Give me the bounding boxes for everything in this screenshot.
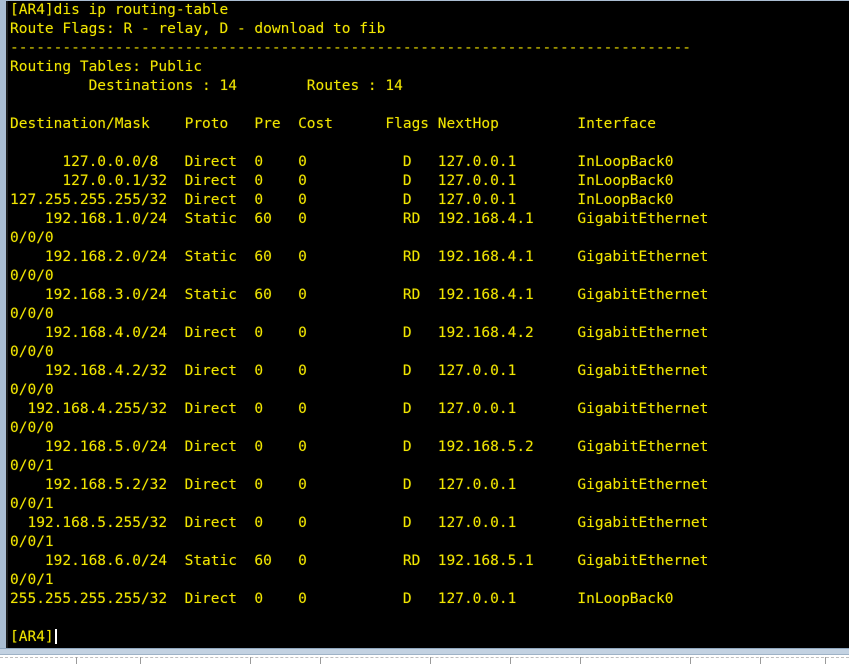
routing-table-row: 127.0.0.1/32 Direct 0 0 D 127.0.0.1 InLo… <box>10 173 674 189</box>
grid-divider <box>825 657 826 664</box>
routing-table-row-wrap: 0/0/0 <box>10 382 54 398</box>
grid-divider <box>580 657 581 664</box>
routing-tables-label: Routing Tables: Public <box>10 59 203 75</box>
grid-divider <box>760 657 761 664</box>
routing-table-row-wrap: 0/0/1 <box>10 534 54 550</box>
route-flags-legend: Route Flags: R - relay, D - download to … <box>10 21 386 37</box>
grid-divider <box>690 657 691 664</box>
routing-table-row: 192.168.1.0/24 Static 60 0 RD 192.168.4.… <box>10 211 709 227</box>
bottom-strip <box>0 648 849 664</box>
prompt-text: [AR4] <box>10 629 54 645</box>
routing-table-header: Destination/Mask Proto Pre Cost Flags Ne… <box>10 116 657 132</box>
route-summary-counts: Destinations : 14 Routes : 14 <box>10 78 403 94</box>
routing-table-row: 192.168.5.2/32 Direct 0 0 D 127.0.0.1 Gi… <box>10 477 709 493</box>
routing-table-row-wrap: 0/0/0 <box>10 344 54 360</box>
grid-divider <box>140 657 141 664</box>
separator-rule: ----------------------------------------… <box>10 40 691 56</box>
routing-table-row-wrap: 0/0/1 <box>10 458 54 474</box>
routing-table-row: 192.168.5.0/24 Direct 0 0 D 192.168.5.2 … <box>10 439 709 455</box>
router-cli-terminal-window[interactable]: [AR4] [AR4]dis ip routing-table Route Fl… <box>0 0 849 648</box>
grid-divider <box>320 657 321 664</box>
routing-table-row: 192.168.4.255/32 Direct 0 0 D 127.0.0.1 … <box>10 401 709 417</box>
shell-prompt[interactable]: [AR4] <box>10 628 849 647</box>
routing-table-row: 192.168.4.2/32 Direct 0 0 D 127.0.0.1 Gi… <box>10 363 709 379</box>
window-bottom-edge <box>0 648 849 655</box>
background-grid-row <box>0 657 849 664</box>
grid-divider <box>510 657 511 664</box>
text-cursor <box>54 629 57 644</box>
routing-table-row: 255.255.255.255/32 Direct 0 0 D 127.0.0.… <box>10 591 674 607</box>
routing-table-row: 192.168.3.0/24 Static 60 0 RD 192.168.4.… <box>10 287 709 303</box>
routing-table-row: 192.168.2.0/24 Static 60 0 RD 192.168.4.… <box>10 249 709 265</box>
routing-table-row-wrap: 0/0/1 <box>10 496 54 512</box>
grid-divider <box>430 657 431 664</box>
routing-table-row: 192.168.6.0/24 Static 60 0 RD 192.168.5.… <box>10 553 709 569</box>
routing-table-row: 127.255.255.255/32 Direct 0 0 D 127.0.0.… <box>10 192 674 208</box>
routing-table-row: 192.168.4.0/24 Direct 0 0 D 192.168.4.2 … <box>10 325 709 341</box>
routing-table-row: 192.168.5.255/32 Direct 0 0 D 127.0.0.1 … <box>10 515 709 531</box>
command-line: [AR4]dis ip routing-table <box>10 2 229 18</box>
routing-table-body: 127.0.0.0/8 Direct 0 0 D 127.0.0.1 InLoo… <box>10 153 849 609</box>
terminal-screen[interactable]: [AR4]dis ip routing-table Route Flags: R… <box>8 1 849 648</box>
routing-table-row-wrap: 0/0/0 <box>10 268 54 284</box>
routing-table-row-wrap: 0/0/1 <box>10 572 54 588</box>
screen-root: [AR4] [AR4]dis ip routing-table Route Fl… <box>0 0 849 664</box>
routing-table-row: 127.0.0.0/8 Direct 0 0 D 127.0.0.1 InLoo… <box>10 154 674 170</box>
grid-divider <box>250 657 251 664</box>
grid-divider <box>76 657 77 664</box>
routing-table-row-wrap: 0/0/0 <box>10 420 54 436</box>
routing-table-row-wrap: 0/0/0 <box>10 230 54 246</box>
routing-table-row-wrap: 0/0/0 <box>10 306 54 322</box>
